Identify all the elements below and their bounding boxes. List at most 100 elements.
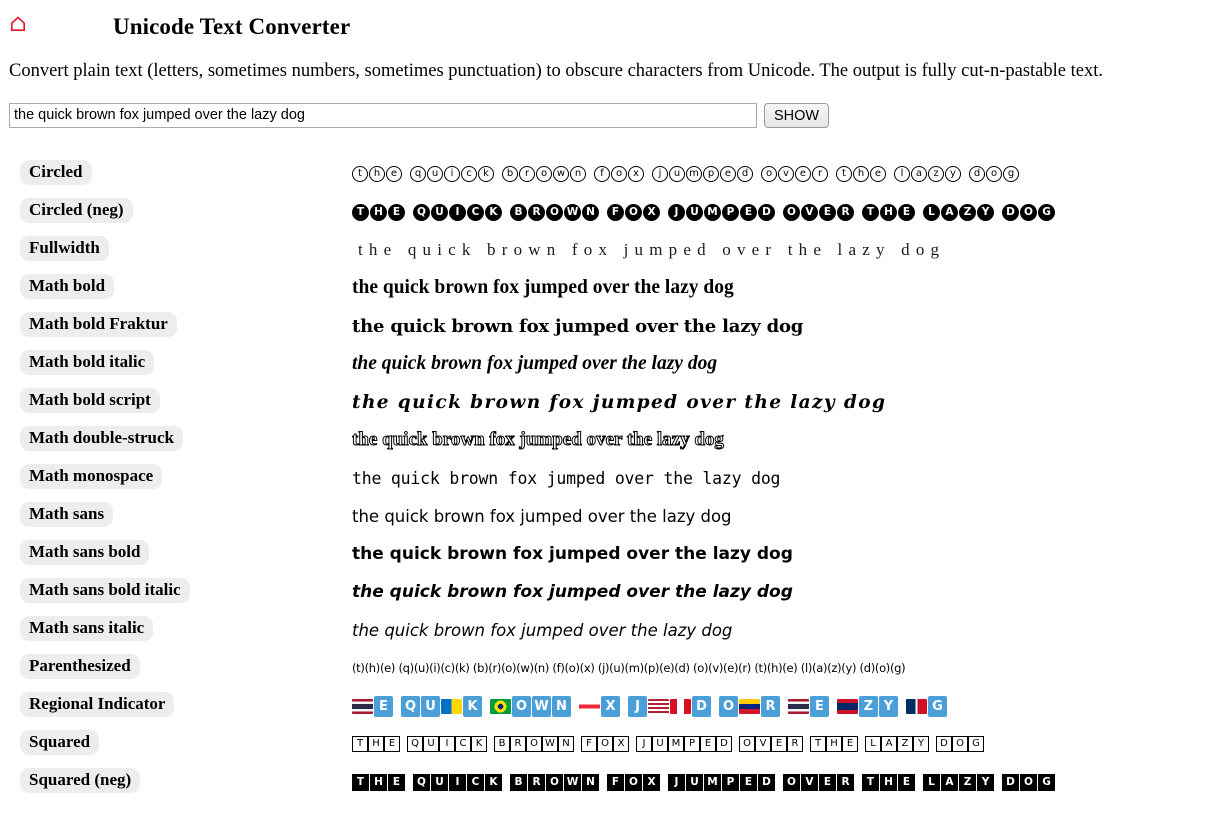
page-header: Unicode Text Converter (0, 0, 1210, 52)
row-output-math-bold-fraktur[interactable]: the quick brown fox jumped over the lazy… (352, 309, 1206, 343)
row-label-circled[interactable]: Circled (20, 160, 92, 185)
circled-glyph: t (836, 166, 852, 182)
row-output-math-bold-script[interactable]: the quick brown fox jumped over the lazy… (352, 385, 1206, 419)
regional-letter-tile: W (532, 695, 551, 717)
conversion-row: Squared (neg) T H E Q U I C K B R O W N F O X J U M P E D O V E R T… (0, 765, 1210, 803)
regional-letter-tile: E (374, 695, 393, 717)
regional-letter-tile: E (810, 695, 829, 717)
conversion-row: Math monospace the quick brown fox jumped… (0, 461, 1210, 499)
regional-letter-tile: O (512, 695, 531, 717)
row-output-math-bold[interactable]: the quick brown fox jumped over the lazy… (352, 271, 1206, 305)
row-label-math-monospace[interactable]: Math monospace (20, 464, 163, 489)
squared-glyph: Y (913, 736, 929, 752)
row-label-squared-neg[interactable]: Squared (neg) (20, 768, 141, 793)
conversion-row: Math sans bold italic the quick brown fox… (0, 575, 1210, 613)
row-output-circled[interactable]: thequickbrownfoxjumpedoverthelazydog (352, 157, 1206, 191)
squared-neg-glyph: O (625, 773, 642, 791)
row-output-math-sans-bold[interactable]: the quick brown fox jumped over the lazy… (352, 537, 1206, 571)
squared-neg-glyph: O (783, 773, 800, 791)
converted-text: the quick brown fox jumped over the lazy… (358, 240, 946, 259)
row-output-math-monospace[interactable]: the quick brown fox jumped over the lazy… (352, 461, 1206, 495)
flag-icon-pe (670, 698, 691, 714)
circled-glyph: e (870, 166, 886, 182)
row-label-squared[interactable]: Squared (20, 730, 100, 755)
squared-glyph: E (384, 736, 400, 752)
circled-neg-glyph: O (1020, 203, 1037, 221)
circled-neg-glyph: T (862, 203, 879, 221)
row-label-math-sans[interactable]: Math sans (20, 502, 114, 527)
conversion-row: Fullwidth the quick brown fox jumped over… (0, 233, 1210, 271)
row-label-math-bold-fraktur[interactable]: Math bold Fraktur (20, 312, 177, 337)
conversion-row: Math bold italic the quick brown fox jump… (0, 347, 1210, 385)
squared-glyph: E (771, 736, 787, 752)
regional-letter-tile: Z (859, 695, 878, 717)
circled-neg-glyph: E (819, 203, 836, 221)
squared-neg-glyph: R (837, 773, 854, 791)
circled-neg-glyph: L (923, 203, 940, 221)
row-output-math-sans[interactable]: the quick brown fox jumped over the lazy… (352, 499, 1206, 533)
row-output-math-bold-italic[interactable]: the quick brown fox jumped over the lazy… (352, 347, 1206, 381)
row-output-squared-neg[interactable]: THEQUICKBROWNFOXJUMPEDOVERTHELAZYDOG (352, 765, 1206, 799)
circled-neg-glyph: E (388, 203, 405, 221)
conversion-row: Math bold the quick brown fox jumped over… (0, 271, 1210, 309)
show-button[interactable]: SHOW (764, 103, 830, 128)
squared-glyph: O (952, 736, 968, 752)
flag-icon-br (490, 698, 511, 714)
conversion-row: Math bold script the quick brown fox jump… (0, 385, 1210, 423)
row-label-math-bold-script[interactable]: Math bold script (20, 388, 160, 413)
regional-letter-tile: Y (879, 695, 898, 717)
row-output-parenthesized[interactable]: (t)(h)(e) (q)(u)(i)(c)(k) (b)(r)(o)(w)(n… (352, 651, 1206, 685)
circled-glyph: u (669, 166, 685, 182)
squared-glyph: T (810, 736, 826, 752)
row-label-fullwidth[interactable]: Fullwidth (20, 236, 109, 261)
row-output-math-double-struck[interactable]: the quick brown fox jumped over the lazy… (352, 423, 1206, 457)
circled-neg-glyph: F (607, 203, 624, 221)
squared-neg-glyph: T (352, 773, 369, 791)
row-output-math-sans-italic[interactable]: the quick brown fox jumped over the lazy… (352, 613, 1206, 647)
converted-text: the quick brown fox jumped over the lazy… (352, 468, 781, 488)
squared-neg-glyph: M (704, 773, 721, 791)
row-label-math-bold[interactable]: Math bold (20, 274, 115, 299)
source-text-input[interactable] (9, 103, 757, 128)
row-label-circled-neg[interactable]: Circled (neg) (20, 198, 133, 223)
circled-neg-glyph: R (528, 203, 545, 221)
row-label-math-double-struck[interactable]: Math double-struck (20, 426, 183, 451)
row-label-parenthesized[interactable]: Parenthesized (20, 654, 140, 679)
circled-neg-glyph: X (643, 203, 660, 221)
squared-glyph: K (471, 736, 487, 752)
squared-neg-glyph: O (546, 773, 563, 791)
row-output-squared[interactable]: THEQUICKBROWNFOXJUMPEDOVERTHELAZYDOG (352, 727, 1206, 761)
regional-letter-tile: N (552, 695, 571, 717)
squared-glyph: V (755, 736, 771, 752)
row-output-circled-neg[interactable]: THEQUICKBROWNFOXJUMPEDOVERTHELAZYDOG (352, 195, 1206, 229)
row-label-math-sans-bold[interactable]: Math sans bold (20, 540, 150, 565)
row-label-regional-indicator[interactable]: Regional Indicator (20, 692, 175, 717)
row-output-math-sans-bold-italic[interactable]: the quick brown fox jumped over the lazy… (352, 575, 1206, 609)
row-label-math-sans-bold-italic[interactable]: Math sans bold italic (20, 578, 190, 603)
squared-glyph: U (652, 736, 668, 752)
flag-icon-th (352, 698, 373, 714)
circled-neg-glyph: O (546, 203, 563, 221)
regional-letter-tile: D (692, 695, 711, 717)
row-output-regional-indicator[interactable]: EQUKOWNXJDOREZYG (352, 689, 1206, 723)
circled-glyph: k (478, 166, 494, 182)
circled-neg-glyph: D (1002, 203, 1019, 221)
home-icon[interactable] (10, 16, 26, 32)
row-output-fullwidth[interactable]: the quick brown fox jumped over the lazy… (352, 233, 1206, 267)
circled-glyph: b (502, 166, 518, 182)
squared-neg-glyph: Z (959, 773, 976, 791)
circled-neg-glyph: Z (959, 203, 976, 221)
regional-letter-tile: Q (401, 695, 420, 717)
row-label-math-bold-italic[interactable]: Math bold italic (20, 350, 155, 375)
squared-glyph: U (423, 736, 439, 752)
squared-glyph: O (526, 736, 542, 752)
squared-neg-glyph: N (582, 773, 599, 791)
circled-glyph: t (352, 166, 368, 182)
circled-glyph: e (795, 166, 811, 182)
circled-neg-glyph: R (837, 203, 854, 221)
squared-neg-glyph: H (880, 773, 897, 791)
circled-neg-glyph: Q (413, 203, 430, 221)
row-label-math-sans-italic[interactable]: Math sans italic (20, 616, 154, 641)
squared-neg-glyph: C (467, 773, 484, 791)
regional-indicator-sequence: EQUKOWNXJDOREZYG (352, 695, 948, 717)
